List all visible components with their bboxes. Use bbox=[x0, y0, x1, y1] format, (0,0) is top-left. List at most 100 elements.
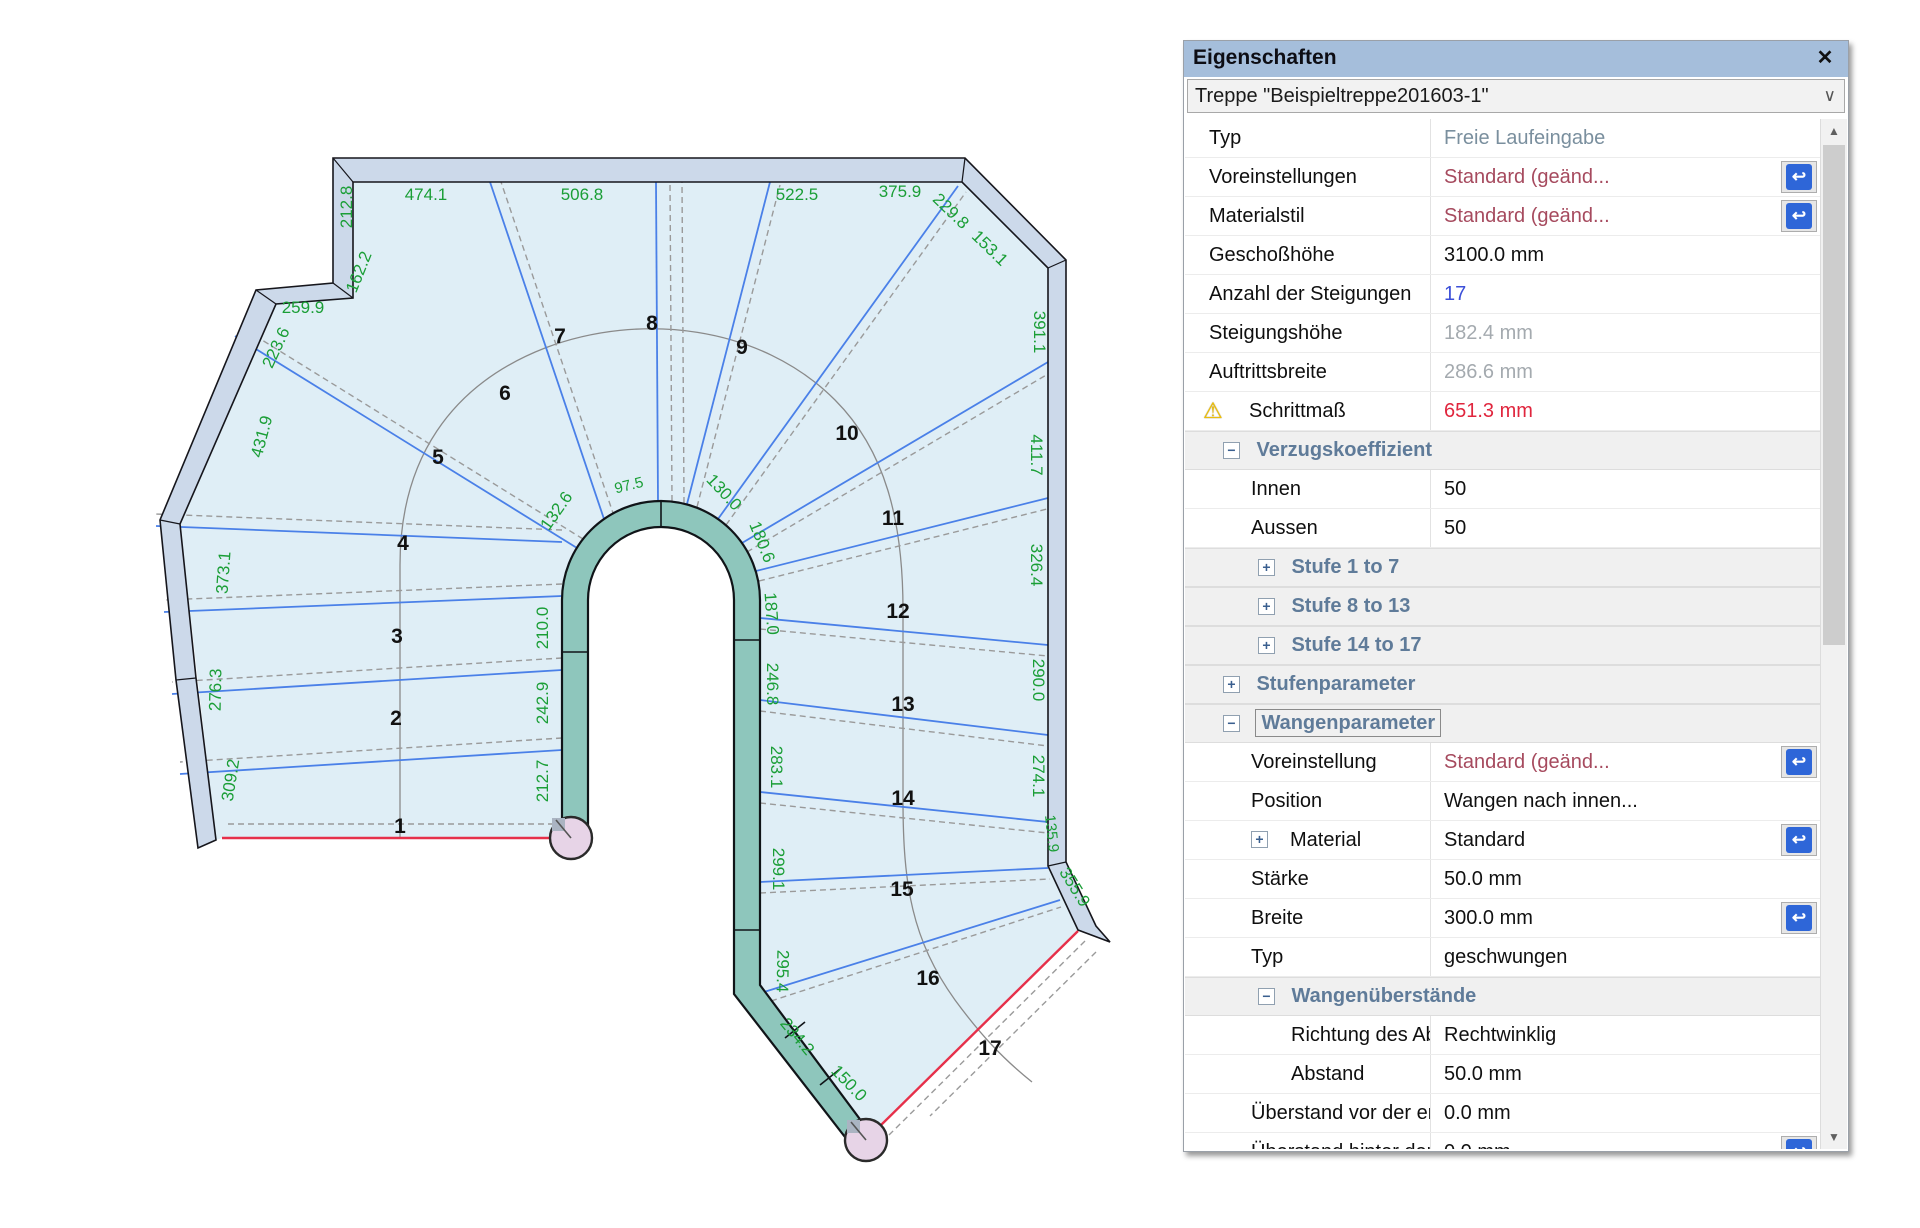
undo-button[interactable]: ↩ bbox=[1781, 200, 1817, 232]
group-label: Stufe 8 to 13 bbox=[1291, 595, 1410, 617]
group-label: Wangenparameter bbox=[1256, 710, 1440, 736]
property-row-materialstil[interactable]: Materialstil Standard (geänd... ↩ bbox=[1185, 197, 1821, 236]
expand-icon[interactable]: + bbox=[1251, 831, 1268, 848]
group-label: Stufe 14 to 17 bbox=[1291, 634, 1421, 656]
property-row-voreinstellung[interactable]: Voreinstellung Standard (geänd... ↩ bbox=[1185, 743, 1821, 782]
group-row-stufe-1-7[interactable]: + Stufe 1 to 7 bbox=[1185, 548, 1821, 587]
property-value[interactable]: 0.0 mm bbox=[1430, 1094, 1821, 1132]
property-value[interactable]: 0.0 mm bbox=[1430, 1133, 1821, 1149]
property-value[interactable]: Wangen nach innen... bbox=[1430, 782, 1821, 820]
post-end[interactable] bbox=[845, 1119, 887, 1161]
scrollbar-thumb[interactable] bbox=[1823, 145, 1845, 645]
group-label: Stufenparameter bbox=[1256, 673, 1415, 695]
property-row-position[interactable]: Position Wangen nach innen... bbox=[1185, 782, 1821, 821]
property-row-geschosshoehe[interactable]: Geschoßhöhe 3100.0 mm bbox=[1185, 236, 1821, 275]
property-row-innen[interactable]: Innen 50 bbox=[1185, 470, 1821, 509]
group-row-verzugskoeffizient[interactable]: − Verzugskoeffizient bbox=[1185, 431, 1821, 470]
property-value[interactable]: 50 bbox=[1430, 509, 1821, 547]
group-row-stufe-8-13[interactable]: + Stufe 8 to 13 bbox=[1185, 587, 1821, 626]
dimension-label: 474.1 bbox=[405, 185, 448, 204]
dimension-label: 391.1 bbox=[1030, 311, 1049, 354]
property-label: Voreinstellung bbox=[1251, 751, 1377, 773]
property-label: Geschoßhöhe bbox=[1209, 244, 1335, 266]
property-value[interactable]: 50.0 mm bbox=[1430, 1055, 1821, 1093]
undo-icon: ↩ bbox=[1786, 1139, 1812, 1149]
property-value[interactable]: 3100.0 mm bbox=[1430, 236, 1821, 274]
property-row-voreinstellungen[interactable]: Voreinstellungen Standard (geänd... ↩ bbox=[1185, 158, 1821, 197]
dimension-label: 187.0 bbox=[761, 592, 783, 636]
scroll-up-icon[interactable]: ▲ bbox=[1821, 119, 1847, 143]
property-value[interactable]: 17 bbox=[1430, 275, 1821, 313]
property-value: 651.3 mm bbox=[1430, 392, 1821, 430]
property-value[interactable]: 50.0 mm bbox=[1430, 860, 1821, 898]
undo-button[interactable]: ↩ bbox=[1781, 824, 1817, 856]
undo-button[interactable]: ↩ bbox=[1781, 1136, 1817, 1149]
property-row-aussen[interactable]: Aussen 50 bbox=[1185, 509, 1821, 548]
step-number: 11 bbox=[882, 507, 905, 530]
scrollbar[interactable]: ▲ ▼ bbox=[1820, 119, 1847, 1149]
property-row-auftrittsbreite[interactable]: Auftrittsbreite 286.6 mm bbox=[1185, 353, 1821, 392]
panel-title-bar[interactable]: Eigenschaften ✕ bbox=[1184, 41, 1848, 78]
property-row-steigungshoehe[interactable]: Steigungshöhe 182.4 mm bbox=[1185, 314, 1821, 353]
property-value[interactable]: Standard (geänd... bbox=[1430, 197, 1821, 235]
post-start[interactable] bbox=[550, 817, 592, 859]
undo-button[interactable]: ↩ bbox=[1781, 746, 1817, 778]
property-value[interactable]: Rechtwinklig bbox=[1430, 1016, 1821, 1054]
group-row-wangenueberstaende[interactable]: − Wangenüberstände bbox=[1185, 977, 1821, 1016]
undo-button[interactable]: ↩ bbox=[1781, 902, 1817, 934]
property-row-abstand[interactable]: Abstand 50.0 mm bbox=[1185, 1055, 1821, 1094]
property-value[interactable]: Freie Laufeingabe bbox=[1430, 119, 1821, 157]
property-row-staerke[interactable]: Stärke 50.0 mm bbox=[1185, 860, 1821, 899]
group-label: Stufe 1 to 7 bbox=[1291, 556, 1399, 578]
collapse-icon[interactable]: − bbox=[1223, 715, 1240, 732]
property-label: Abstand bbox=[1291, 1063, 1364, 1085]
property-row-schrittmass[interactable]: ⚠ Schrittmaß 651.3 mm bbox=[1185, 392, 1821, 431]
property-row-wangentyp[interactable]: Typ geschwungen bbox=[1185, 938, 1821, 977]
object-selector-dropdown[interactable]: Treppe "Beispieltreppe201603-1" ∨ bbox=[1187, 79, 1845, 113]
property-label: Schrittmaß bbox=[1249, 400, 1346, 422]
scroll-down-icon[interactable]: ▼ bbox=[1821, 1125, 1847, 1149]
dimension-label: 274.1 bbox=[1029, 755, 1048, 798]
property-value[interactable]: geschwungen bbox=[1430, 938, 1821, 976]
collapse-icon[interactable]: − bbox=[1258, 988, 1275, 1005]
step-number: 14 bbox=[891, 787, 915, 810]
property-row-typ[interactable]: Typ Freie Laufeingabe bbox=[1185, 119, 1821, 158]
stair-area[interactable] bbox=[180, 182, 1078, 1132]
property-value[interactable]: 300.0 mm bbox=[1430, 899, 1821, 937]
property-value[interactable]: 50 bbox=[1430, 470, 1821, 508]
expand-icon[interactable]: + bbox=[1223, 676, 1240, 693]
group-row-wangenparameter[interactable]: − Wangenparameter bbox=[1185, 704, 1821, 743]
group-row-stufe-14-17[interactable]: + Stufe 14 to 17 bbox=[1185, 626, 1821, 665]
step-number: 10 bbox=[835, 422, 858, 445]
property-value: 182.4 mm bbox=[1430, 314, 1821, 352]
property-label: Überstand hinter der let... bbox=[1251, 1141, 1430, 1149]
expand-icon[interactable]: + bbox=[1258, 598, 1275, 615]
property-row-ueberstand-vor[interactable]: Überstand vor der erst... 0.0 mm bbox=[1185, 1094, 1821, 1133]
property-row-breite[interactable]: Breite 300.0 mm ↩ bbox=[1185, 899, 1821, 938]
step-number: 2 bbox=[390, 707, 402, 730]
panel-title: Eigenschaften bbox=[1193, 46, 1337, 70]
chevron-down-icon: ∨ bbox=[1824, 80, 1836, 112]
step-number: 15 bbox=[890, 878, 914, 901]
property-row-anzahl-steigungen[interactable]: Anzahl der Steigungen 17 bbox=[1185, 275, 1821, 314]
close-icon[interactable]: ✕ bbox=[1812, 45, 1838, 71]
property-row-ueberstand-hinter[interactable]: Überstand hinter der let... 0.0 mm ↩ bbox=[1185, 1133, 1821, 1149]
property-row-material[interactable]: +Material Standard ↩ bbox=[1185, 821, 1821, 860]
undo-button[interactable]: ↩ bbox=[1781, 161, 1817, 193]
expand-icon[interactable]: + bbox=[1258, 559, 1275, 576]
property-row-richtung-abstand[interactable]: Richtung des Abst... Rechtwinklig bbox=[1185, 1016, 1821, 1055]
property-label: Aussen bbox=[1251, 517, 1318, 539]
collapse-icon[interactable]: − bbox=[1223, 442, 1240, 459]
undo-icon: ↩ bbox=[1786, 749, 1812, 775]
property-value[interactable]: Standard bbox=[1430, 821, 1821, 859]
dimension-label: 299.1 bbox=[769, 848, 788, 891]
property-value[interactable]: Standard (geänd... bbox=[1430, 158, 1821, 196]
property-value[interactable]: Standard (geänd... bbox=[1430, 743, 1821, 781]
group-row-stufenparameter[interactable]: + Stufenparameter bbox=[1185, 665, 1821, 704]
stair-plan-canvas[interactable]: 474.1 506.8 522.5 375.9 229.8 153.1 391.… bbox=[0, 0, 1160, 1228]
step-number: 12 bbox=[886, 600, 909, 623]
dimension-label: 283.1 bbox=[767, 746, 786, 789]
step-number: 16 bbox=[916, 967, 939, 990]
expand-icon[interactable]: + bbox=[1258, 637, 1275, 654]
step-number: 6 bbox=[499, 382, 511, 405]
